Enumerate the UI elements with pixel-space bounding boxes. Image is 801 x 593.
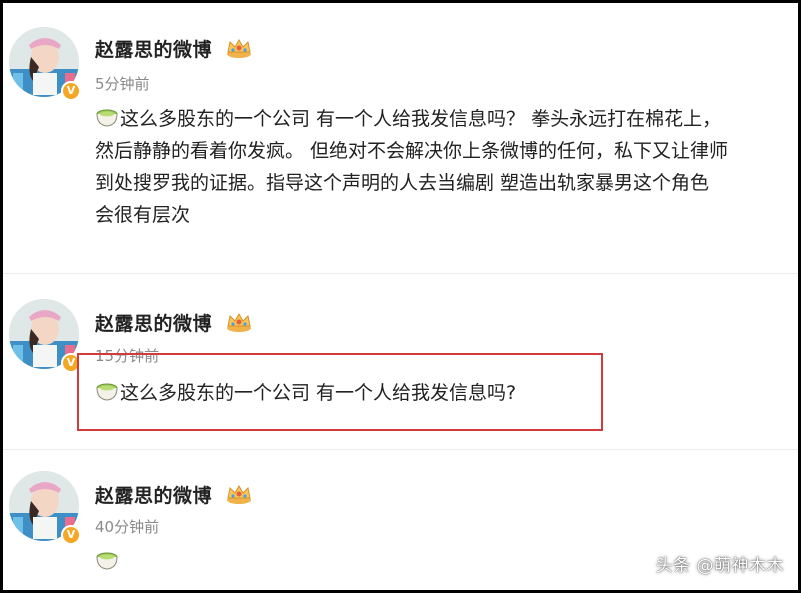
crown-icon xyxy=(225,37,253,63)
post-time: 5分钟前 xyxy=(95,75,150,93)
post-text-line-2: 然后静静的看着你发疯。 但绝对不会解决你上条微博的任何，私下又让律师 xyxy=(95,140,729,162)
divider xyxy=(3,449,798,450)
username[interactable]: 赵露思的微博 xyxy=(95,309,212,336)
post-text: 这么多股东的一个公司 有一个人给我发信息吗？ 拳头永远打在棉花上， 然后静静的看… xyxy=(95,103,785,231)
crown-icon xyxy=(225,483,253,509)
matcha-emoji-icon xyxy=(95,105,119,129)
post-text-line-3: 到处搜罗我的证据。指导这个声明的人去当编剧 塑造出轨家暴男这个角色 xyxy=(95,172,710,194)
post-text-line-4: 会很有层次 xyxy=(95,204,191,226)
verified-badge-icon: V xyxy=(61,525,81,545)
post-time: 40分钟前 xyxy=(95,518,160,536)
divider xyxy=(3,273,798,274)
verified-badge-icon: V xyxy=(61,81,81,101)
watermark: 头条 @萌神木木 xyxy=(655,556,784,576)
post-text-line-1: 这么多股东的一个公司 有一个人给我发信息吗？ 拳头永远打在棉花上， xyxy=(95,103,785,135)
crown-icon xyxy=(225,311,253,337)
username[interactable]: 赵露思的微博 xyxy=(95,35,212,62)
matcha-emoji-icon xyxy=(95,548,119,572)
username[interactable]: 赵露思的微博 xyxy=(95,481,212,508)
highlight-box xyxy=(77,353,603,431)
screenshot-frame: V 赵露思的微博 5分钟前 这么多股东的一个公司 有一个人给我发信息吗？ 拳头永… xyxy=(3,3,798,590)
